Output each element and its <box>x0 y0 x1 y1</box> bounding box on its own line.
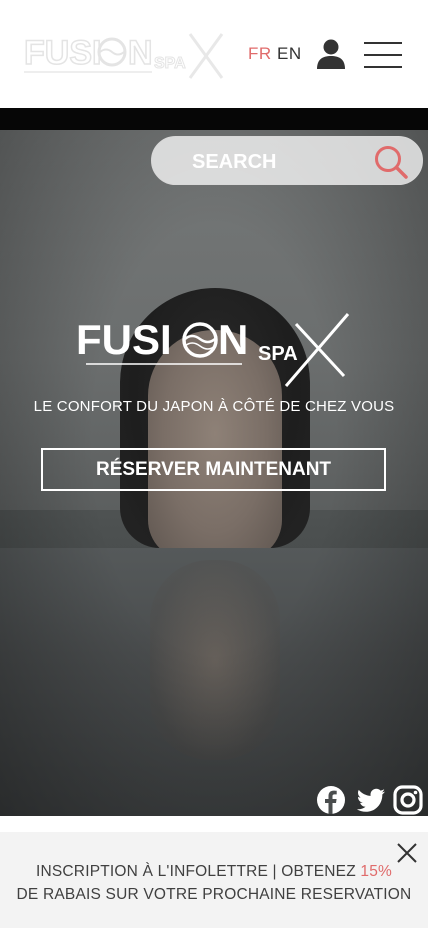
fusion-spa-logo-large: FUSI N SPA <box>76 313 350 387</box>
search-icon[interactable] <box>374 145 408 179</box>
facebook-icon[interactable] <box>316 785 346 815</box>
header-divider-band <box>0 108 428 130</box>
newsletter-line-1: INSCRIPTION À L'INFOLETTRE | OBTENEZ 15% <box>0 863 428 881</box>
user-icon[interactable] <box>315 38 347 70</box>
lang-en-link[interactable]: EN <box>277 44 302 64</box>
instagram-icon[interactable] <box>393 785 423 815</box>
svg-text:SPA: SPA <box>154 55 186 72</box>
close-icon[interactable] <box>396 842 418 864</box>
lang-fr-link[interactable]: FR <box>248 44 272 64</box>
discount-value: 15% <box>360 863 393 880</box>
hero-tagline: LE CONFORT DU JAPON À CÔTÉ DE CHEZ VOUS <box>33 398 395 415</box>
svg-text:SPA: SPA <box>258 343 298 365</box>
fusion-spa-logo[interactable]: FUSI N SPA <box>24 28 228 82</box>
newsletter-line-2: DE RABAIS SUR VOTRE PROCHAINE RESERVATIO… <box>16 886 412 903</box>
newsletter-text: INSCRIPTION À L'INFOLETTRE | OBTENEZ <box>35 863 361 880</box>
site-header: FUSI N SPA FR EN <box>0 0 428 108</box>
svg-text:N: N <box>218 316 248 363</box>
svg-text:FUSI: FUSI <box>24 34 101 72</box>
svg-text:N: N <box>128 34 153 72</box>
twitter-icon[interactable] <box>356 785 386 815</box>
search-input[interactable] <box>192 150 362 174</box>
hamburger-menu-icon[interactable] <box>364 42 402 70</box>
search-bar[interactable] <box>151 136 423 185</box>
book-now-button[interactable]: RÉSERVER MAINTENANT <box>41 448 386 491</box>
newsletter-banner[interactable]: INSCRIPTION À L'INFOLETTRE | OBTENEZ 15%… <box>0 832 428 928</box>
svg-text:FUSI: FUSI <box>76 316 172 363</box>
hero-section: FUSI N SPA LE CONFORT DU JAPON À CÔTÉ DE… <box>0 130 428 816</box>
